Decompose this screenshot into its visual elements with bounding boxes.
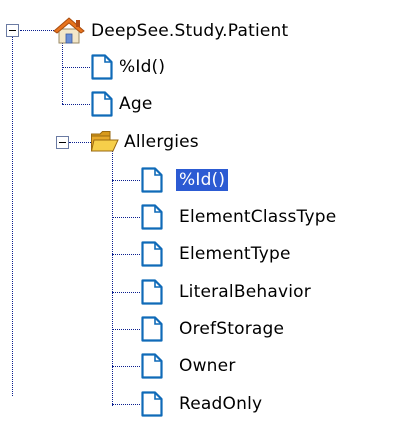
tree-view: DeepSee.Study.Patient %Id() Age Allergie… [0,0,420,422]
document-icon [141,204,163,230]
home-icon [53,17,85,44]
tree-node-label[interactable]: OrefStorage [176,318,287,340]
document-icon [141,353,163,379]
tree-connector-line [112,148,113,406]
tree-connector-line [112,254,140,255]
tree-node-label[interactable]: ElementClassType [176,206,339,228]
tree-node-label[interactable]: Age [116,93,155,115]
tree-connector-line [12,36,13,396]
folder-open-icon [90,131,119,152]
tree-node-label[interactable]: Owner [176,355,239,377]
tree-connector-line [112,366,140,367]
tree-node-label-selected[interactable]: %Id() [176,169,229,191]
document-icon [141,391,163,417]
tree-connector-line [62,67,90,68]
collapse-toggle-allergies[interactable] [56,136,69,149]
tree-connector-line [112,329,140,330]
tree-connector-line [62,104,90,105]
tree-node-label-root[interactable]: DeepSee.Study.Patient [88,20,291,42]
document-icon [141,316,163,342]
collapse-toggle-root[interactable] [6,24,19,37]
document-icon [141,279,163,305]
document-icon [91,54,113,80]
document-icon [141,241,163,267]
tree-node-label[interactable]: %Id() [116,56,168,78]
tree-connector-line [112,180,140,181]
tree-connector-line [112,292,140,293]
tree-connector-line [112,217,140,218]
tree-node-label[interactable]: ReadOnly [176,393,265,415]
tree-connector-line [62,36,63,104]
document-icon [141,167,163,193]
tree-connector-line [69,142,91,143]
tree-connector-line [112,404,140,405]
tree-node-label[interactable]: ElementType [176,243,294,265]
tree-connector-line [20,30,54,31]
tree-node-label[interactable]: Allergies [121,131,202,153]
document-icon [91,91,113,117]
tree-node-label[interactable]: LiteralBehavior [176,281,314,303]
